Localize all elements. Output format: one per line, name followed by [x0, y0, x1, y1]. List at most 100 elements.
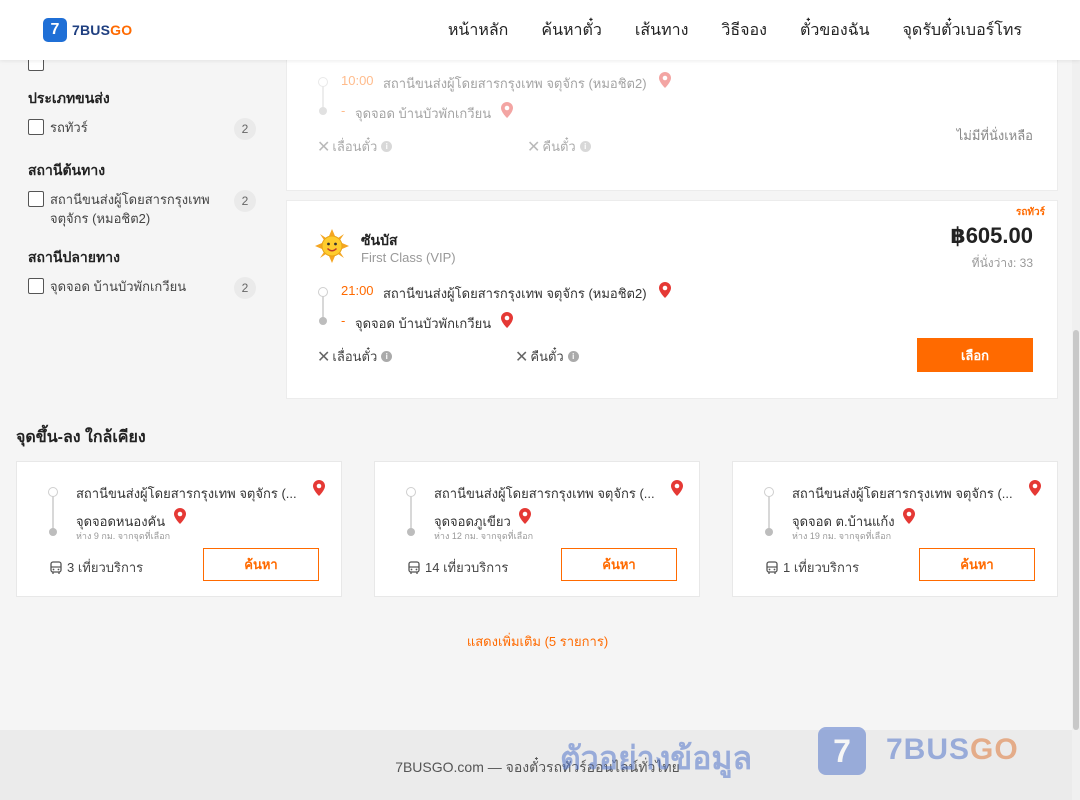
seats-available: ที่นั่งว่าง: 33: [971, 256, 1033, 270]
departure-time: 21:00: [341, 283, 374, 298]
trip-count-label: 14 เที่ยวบริการ: [425, 560, 509, 575]
filter-group-transport-type: ประเภทขนส่ง รถทัวร์ 2: [28, 88, 256, 140]
dash: -: [341, 103, 346, 118]
logo-text: 7BUSGO: [72, 22, 133, 38]
destination-dot: [407, 528, 415, 536]
select-trip-button[interactable]: เลือก: [917, 338, 1033, 372]
info-icon[interactable]: i: [567, 351, 579, 362]
map-pin-icon[interactable]: [1029, 480, 1041, 496]
nav-how-to-book[interactable]: วิธีจอง: [721, 18, 767, 43]
nearby-card: สถานีขนส่งผู้โดยสารกรุงเทพ จตุจักร (... …: [374, 461, 700, 597]
departure-time: 10:00: [341, 73, 374, 88]
nearby-section-title: จุดขึ้น-ลง ใกล้เคียง: [16, 429, 146, 446]
origin-station: สถานีขนส่งผู้โดยสารกรุงเทพ จตุจักร (...: [434, 486, 655, 501]
trip-count-label: 3 เที่ยวบริการ: [67, 560, 144, 575]
trip-count: 1 เที่ยวบริการ: [765, 557, 859, 578]
show-more-link[interactable]: แสดงเพิ่มเติม (5 รายการ): [0, 631, 1075, 652]
site-logo[interactable]: 7 7BUSGO: [43, 18, 132, 42]
nav-ticket-pickup[interactable]: จุดรับตั๋วเบอร์โทร: [903, 18, 1022, 43]
cross-icon: ✕: [527, 138, 541, 156]
filter-option[interactable]: สถานีขนส่งผู้โดยสารกรุงเทพ จตุจักร (หมอช…: [28, 190, 256, 228]
origin-station: สถานีขนส่งผู้โดยสารกรุงเทพ จตุจักร (หมอช…: [383, 286, 647, 301]
destination-stop: จุดจอด บ้านบัวพักเกวียน: [355, 106, 492, 121]
route-line: [322, 295, 324, 319]
origin-station: สถานีขนส่งผู้โดยสารกรุงเทพ จตุจักร (...: [792, 486, 1013, 501]
scrollbar-thumb[interactable]: [1073, 330, 1079, 730]
refund-policy: ✕ คืนตั๋ว i: [515, 346, 579, 367]
dash: -: [341, 313, 346, 328]
cross-icon: ✕: [317, 348, 331, 366]
ticket-price: ฿605.00: [950, 223, 1033, 248]
seat-class: First Class (VIP): [361, 250, 456, 265]
policy-label: เลื่อนตั๋ว: [332, 139, 378, 154]
trip-count-label: 1 เที่ยวบริการ: [783, 560, 860, 575]
top-header: 7 7BUSGO หน้าหลัก ค้นหาตั๋ว เส้นทาง วิธี…: [0, 0, 1080, 60]
nearby-card: สถานีขนส่งผู้โดยสารกรุงเทพ จตุจักร (... …: [732, 461, 1058, 597]
route-line: [410, 496, 412, 532]
nav-my-tickets[interactable]: ตั๋วของฉัน: [800, 18, 870, 43]
trip-count: 3 เที่ยวบริการ: [49, 557, 143, 578]
origin-dot: [764, 487, 774, 497]
distance-note: ห่าง 9 กม. จากจุดที่เลือก: [76, 531, 171, 541]
map-pin-icon[interactable]: [671, 480, 683, 496]
info-icon[interactable]: i: [579, 141, 591, 152]
map-pin-icon[interactable]: [501, 102, 513, 118]
info-icon[interactable]: i: [381, 351, 393, 362]
map-pin-icon[interactable]: [659, 282, 671, 298]
filter-label: จุดจอด บ้านบัวพักเกวียน: [50, 279, 187, 294]
filter-option[interactable]: จุดจอด บ้านบัวพักเกวียน 2: [28, 277, 256, 299]
map-pin-icon[interactable]: [903, 508, 915, 524]
bus-icon: [766, 560, 778, 574]
policy-label: เลื่อนตั๋ว: [332, 349, 378, 364]
origin-dot: [48, 487, 58, 497]
origin-dot: [406, 487, 416, 497]
destination-dot: [319, 107, 327, 115]
filter-title: สถานีปลายทาง: [28, 249, 120, 265]
route-line: [52, 496, 54, 532]
origin-station: สถานีขนส่งผู้โดยสารกรุงเทพ จตุจักร (...: [76, 486, 297, 501]
filter-label: สถานีขนส่งผู้โดยสารกรุงเทพ จตุจักร (หมอช…: [50, 192, 210, 226]
destination-stop: จุดจอด บ้านบัวพักเกวียน: [355, 316, 492, 331]
filter-title: สถานีต้นทาง: [28, 162, 106, 178]
route-line: [768, 496, 770, 532]
trip-count: 14 เที่ยวบริการ: [407, 557, 508, 578]
nav-search-ticket[interactable]: ค้นหาตั๋ว: [541, 18, 602, 43]
change-ticket-policy: ✕ เลื่อนตั๋ว i: [317, 136, 393, 157]
refund-policy: ✕ คืนตั๋ว i: [527, 136, 591, 157]
checkbox[interactable]: [28, 278, 44, 294]
cross-icon: ✕: [317, 138, 331, 156]
route-line: [322, 85, 324, 109]
policy-label: คืนตั๋ว: [542, 139, 576, 154]
filter-option[interactable]: รถทัวร์ 2: [28, 118, 256, 140]
nav-home[interactable]: หน้าหลัก: [448, 18, 509, 43]
map-pin-icon[interactable]: [519, 508, 531, 524]
nav-routes[interactable]: เส้นทาง: [635, 18, 689, 43]
destination-dot: [765, 528, 773, 536]
filter-label: รถทัวร์: [50, 120, 88, 135]
origin-station: สถานีขนส่งผู้โดยสารกรุงเทพ จตุจักร (หมอช…: [383, 76, 647, 91]
checkbox[interactable]: [28, 191, 44, 207]
bus-icon: [408, 560, 420, 574]
origin-dot: [318, 77, 328, 87]
change-ticket-policy: ✕ เลื่อนตั๋ว i: [317, 346, 393, 367]
nearby-card: สถานีขนส่งผู้โดยสารกรุงเทพ จตุจักร (... …: [16, 461, 342, 597]
vehicle-type-tag: รถทัวร์: [1015, 207, 1045, 218]
cross-icon: ✕: [515, 348, 529, 366]
nearby-search-button[interactable]: ค้นหา: [561, 548, 677, 581]
map-pin-icon[interactable]: [659, 72, 671, 88]
count-badge: 2: [234, 190, 256, 212]
checkbox[interactable]: [28, 119, 44, 135]
watermark-text: ตัวอย่างข้อมูล: [560, 740, 753, 776]
filter-group-destination: สถานีปลายทาง จุดจอด บ้านบัวพักเกวียน 2: [28, 247, 256, 299]
policy-label: คืนตั๋ว: [530, 349, 564, 364]
info-icon[interactable]: i: [381, 141, 393, 152]
trip-card-sold-out: 10:00 สถานีขนส่งผู้โดยสารกรุงเทพ จตุจักร…: [286, 40, 1058, 191]
map-pin-icon[interactable]: [501, 312, 513, 328]
nearby-search-button[interactable]: ค้นหา: [919, 548, 1035, 581]
map-pin-icon[interactable]: [174, 508, 186, 524]
sunbus-logo-icon: [315, 229, 349, 263]
nearby-search-button[interactable]: ค้นหา: [203, 548, 319, 581]
map-pin-icon[interactable]: [313, 480, 325, 496]
distance-note: ห่าง 12 กม. จากจุดที่เลือก: [434, 531, 534, 541]
watermark-brand: 7BUSGO: [886, 733, 1019, 766]
